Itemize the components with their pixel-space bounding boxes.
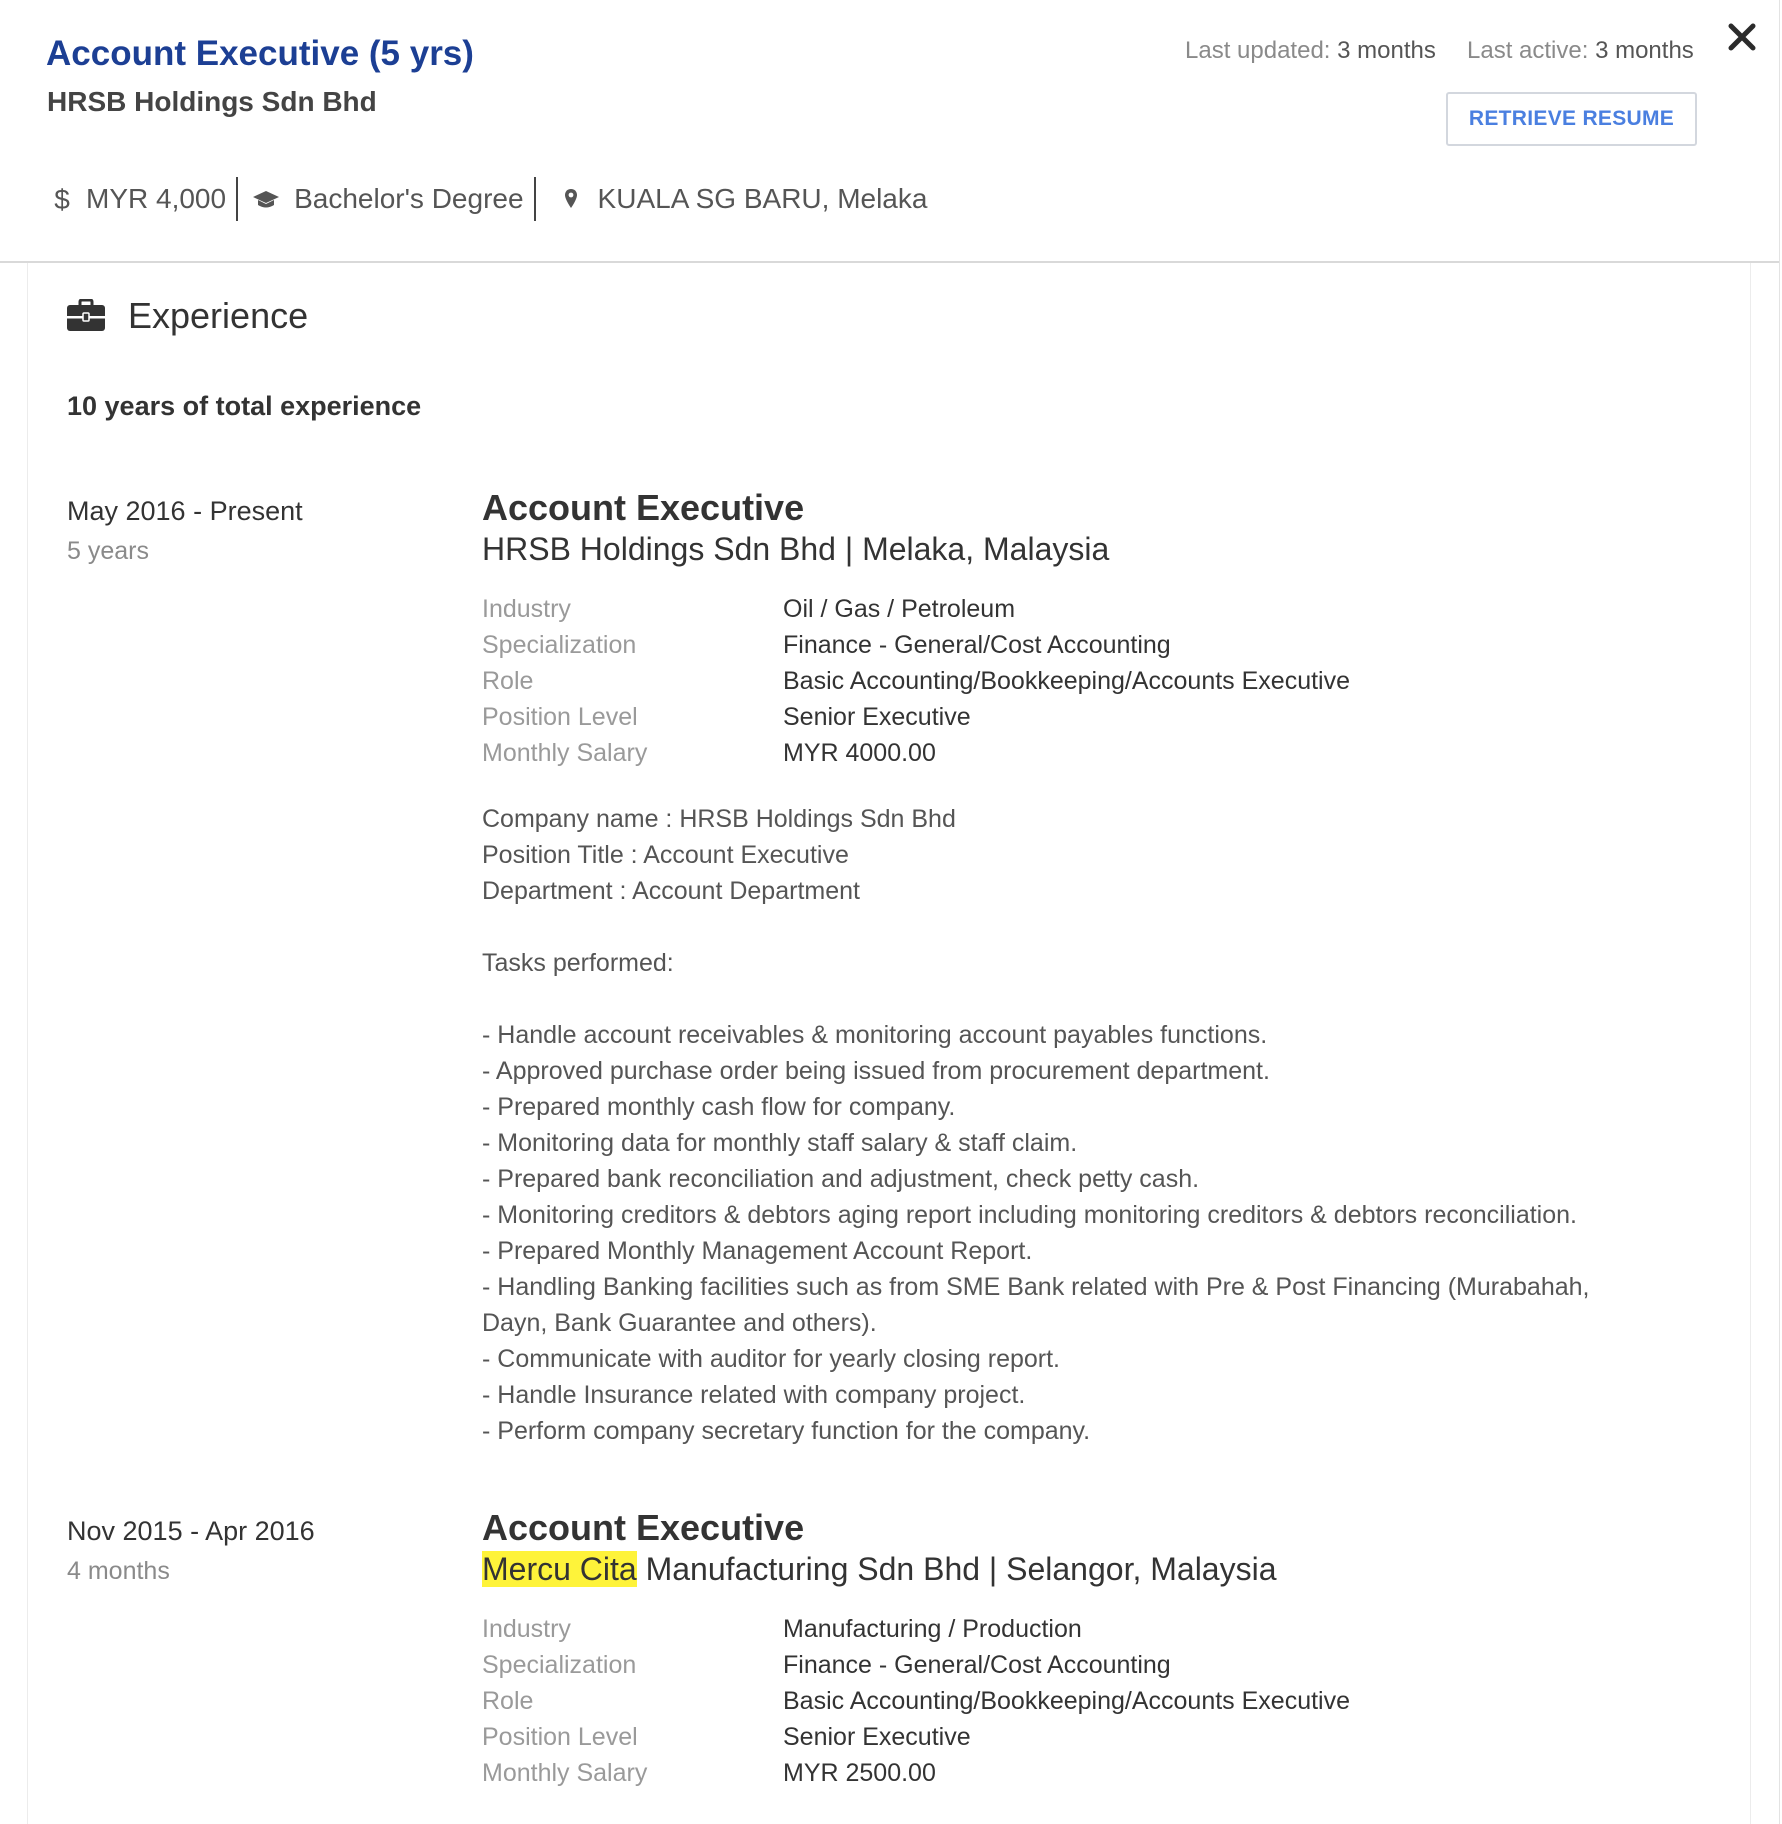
specialization-row: Specialization Finance - General/Cost Ac…	[482, 627, 1712, 663]
salary-value: MYR 4,000	[86, 183, 227, 214]
monthly-salary-row: Monthly Salary MYR 4000.00	[482, 735, 1712, 771]
description-line: Department : Account Department	[482, 877, 860, 905]
experience-details: Account Executive Mercu Cita Manufacturi…	[482, 1508, 1712, 1791]
experience-company: HRSB Holdings Sdn Bhd | Melaka, Malaysia	[482, 527, 1712, 571]
description-line: - Communicate with auditor for yearly cl…	[482, 1345, 1061, 1373]
position-level-row: Position Level Senior Executive	[482, 1719, 1712, 1755]
description-line	[482, 909, 1712, 945]
monthly-salary-row: Monthly Salary MYR 2500.00	[482, 1755, 1712, 1791]
description-line: - Monitoring data for monthly staff sala…	[482, 1129, 1078, 1157]
description-line: - Monitoring creditors & debtors aging r…	[482, 1201, 1577, 1229]
briefcase-icon	[66, 299, 106, 333]
close-icon	[1727, 22, 1757, 52]
specialization-label: Specialization	[482, 1651, 637, 1679]
position-level-label: Position Level	[482, 1723, 638, 1751]
role-row: Role Basic Accounting/Bookkeeping/Accoun…	[482, 1683, 1712, 1719]
monthly-salary-value: MYR 4000.00	[783, 739, 936, 767]
industry-label: Industry	[482, 1615, 571, 1643]
monthly-salary-value: MYR 2500.00	[783, 1759, 936, 1787]
company-name: HRSB Holdings Sdn Bhd | Melaka, Malaysia	[482, 531, 1110, 567]
section-title: Experience	[128, 295, 309, 336]
graduation-cap-icon	[252, 187, 280, 211]
candidate-location: KUALA SG BARU, Melaka	[550, 183, 928, 215]
role-value: Basic Accounting/Bookkeeping/Accounts Ex…	[783, 667, 1351, 695]
description-line: - Prepared Monthly Management Account Re…	[482, 1237, 1033, 1265]
experience-attributes: Industry Manufacturing / Production Spec…	[482, 1611, 1712, 1791]
description-line	[482, 981, 1712, 1017]
position-level-label: Position Level	[482, 703, 638, 731]
experience-duration: 4 months	[67, 1557, 170, 1585]
close-button[interactable]	[1727, 22, 1757, 52]
expected-salary: $ MYR 4,000	[52, 183, 226, 215]
education-value: Bachelor's Degree	[294, 183, 524, 214]
role-value: Basic Accounting/Bookkeeping/Accounts Ex…	[783, 1687, 1351, 1715]
description-line: - Prepared monthly cash flow for company…	[482, 1093, 956, 1121]
experience-date-range: May 2016 - Present	[67, 496, 303, 526]
experience-description: Company name : HRSB Holdings Sdn Bhd Pos…	[482, 801, 1712, 1449]
description-line: - Handle Insurance related with company …	[482, 1381, 1026, 1409]
search-highlight: Mercu Cita	[482, 1551, 637, 1587]
divider	[533, 177, 536, 221]
location-value: KUALA SG BARU, Melaka	[597, 183, 928, 214]
last-active-label: Last active:	[1467, 37, 1589, 64]
description-line: - Handle account receivables & monitorin…	[482, 1021, 1268, 1049]
description-line: Tasks performed:	[482, 949, 674, 977]
specialization-row: Specialization Finance - General/Cost Ac…	[482, 1647, 1712, 1683]
description-line: - Approved purchase order being issued f…	[482, 1057, 1270, 1085]
total-experience: 10 years of total experience	[67, 391, 422, 421]
education-level: Bachelor's Degree	[252, 183, 524, 215]
last-active: Last active: 3 months	[1467, 37, 1694, 65]
experience-attributes: Industry Oil / Gas / Petroleum Specializ…	[482, 591, 1712, 771]
specialization-value: Finance - General/Cost Accounting	[783, 1651, 1171, 1679]
experience-section-header: Experience	[66, 295, 308, 337]
resume-body: Experience 10 years of total experience …	[27, 263, 1751, 1824]
experience-job-title: Account Executive	[482, 487, 805, 528]
experience-date-range: Nov 2015 - Apr 2016	[67, 1516, 315, 1546]
specialization-label: Specialization	[482, 631, 637, 659]
dollar-icon: $	[52, 184, 72, 214]
description-line: Dayn, Bank Guarantee and others).	[482, 1309, 877, 1337]
panel-edge	[1779, 0, 1780, 1824]
last-active-value: 3 months	[1588, 37, 1694, 64]
role-row: Role Basic Accounting/Bookkeeping/Accoun…	[482, 663, 1712, 699]
description-line: - Handling Banking facilities such as fr…	[482, 1273, 1590, 1301]
monthly-salary-label: Monthly Salary	[482, 1759, 648, 1787]
position-level-value: Senior Executive	[783, 1723, 971, 1751]
industry-value: Oil / Gas / Petroleum	[783, 595, 1016, 623]
description-line: - Perform company secretary function for…	[482, 1417, 1091, 1445]
industry-value: Manufacturing / Production	[783, 1615, 1082, 1643]
last-updated: Last updated: 3 months	[1185, 37, 1436, 65]
resume-header: Account Executive (5 yrs) HRSB Holdings …	[0, 0, 1779, 263]
company-name: Manufacturing Sdn Bhd | Selangor, Malays…	[636, 1551, 1277, 1587]
retrieve-resume-button[interactable]: RETRIEVE RESUME	[1446, 92, 1697, 146]
description-line: Position Title : Account Executive	[482, 841, 849, 869]
position-level-row: Position Level Senior Executive	[482, 699, 1712, 735]
description-line: - Prepared bank reconciliation and adjus…	[482, 1165, 1200, 1193]
description-line: Company name : HRSB Holdings Sdn Bhd	[482, 805, 956, 833]
candidate-title: Account Executive (5 yrs)	[46, 34, 474, 73]
experience-duration: 5 years	[67, 537, 149, 565]
role-label: Role	[482, 1687, 534, 1715]
monthly-salary-label: Monthly Salary	[482, 739, 648, 767]
industry-row: Industry Manufacturing / Production	[482, 1611, 1712, 1647]
experience-details: Account Executive HRSB Holdings Sdn Bhd …	[482, 488, 1712, 1449]
last-updated-label: Last updated:	[1185, 37, 1331, 64]
industry-label: Industry	[482, 595, 571, 623]
industry-row: Industry Oil / Gas / Petroleum	[482, 591, 1712, 627]
divider	[236, 177, 239, 221]
position-level-value: Senior Executive	[783, 703, 971, 731]
svg-text:$: $	[54, 184, 70, 214]
resume-preview-panel: Account Executive (5 yrs) HRSB Holdings …	[0, 0, 1782, 1824]
last-updated-value: 3 months	[1330, 37, 1436, 64]
specialization-value: Finance - General/Cost Accounting	[783, 631, 1171, 659]
candidate-company: HRSB Holdings Sdn Bhd	[47, 86, 377, 117]
experience-company: Mercu Cita Manufacturing Sdn Bhd | Selan…	[482, 1547, 1712, 1591]
candidate-summary: $ MYR 4,000 Bachelor's Degree KUALA SG B…	[52, 176, 927, 222]
map-pin-icon	[564, 188, 578, 210]
experience-job-title: Account Executive	[482, 1507, 805, 1548]
role-label: Role	[482, 667, 534, 695]
